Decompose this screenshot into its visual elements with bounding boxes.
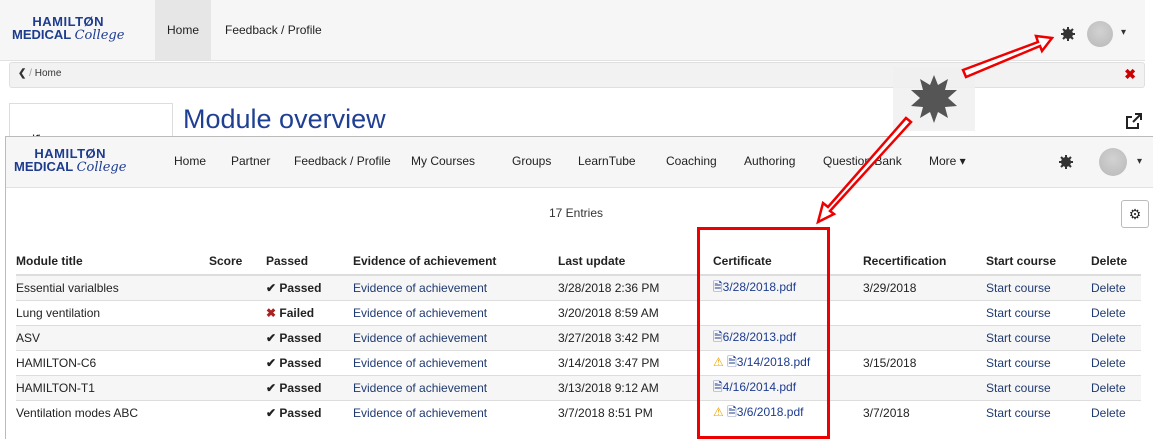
annotation-arrows bbox=[816, 34, 1055, 225]
arrow-to-top-badge bbox=[961, 34, 1055, 79]
arrow-to-certificate bbox=[816, 116, 913, 225]
